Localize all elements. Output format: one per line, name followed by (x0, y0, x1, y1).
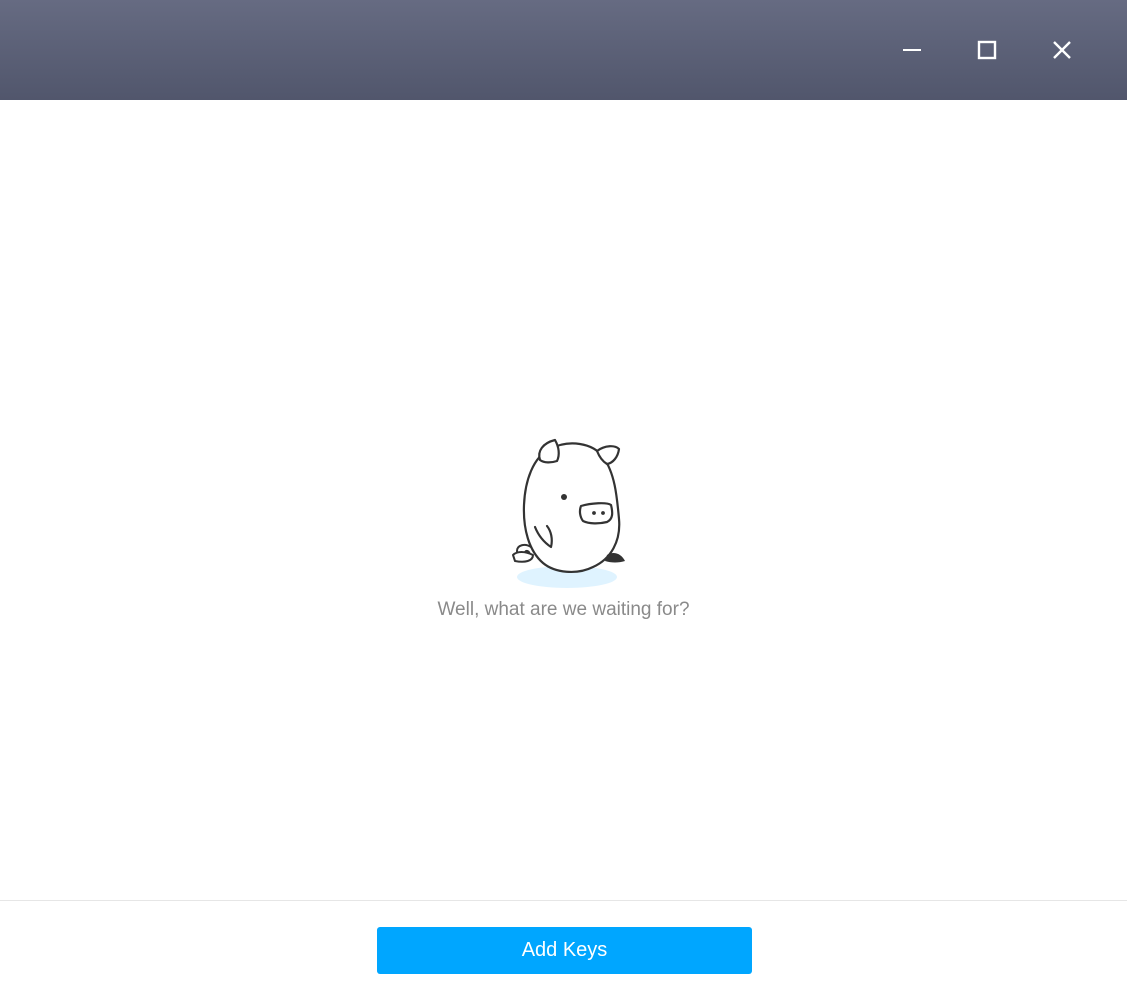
empty-state-panel: Well, what are we waiting for? (0, 100, 1127, 900)
pig-illustration (512, 438, 625, 588)
minimize-button[interactable] (887, 25, 937, 75)
close-icon (1053, 41, 1071, 59)
maximize-button[interactable] (962, 25, 1012, 75)
empty-state-message: Well, what are we waiting for? (437, 599, 690, 620)
add-keys-button[interactable]: Add Keys (377, 927, 752, 974)
footer-bar: Add Keys (0, 900, 1127, 1000)
title-bar[interactable] (0, 0, 1127, 100)
maximize-icon (977, 40, 997, 60)
app-window: Well, what are we waiting for? Add Keys (0, 0, 1127, 1000)
close-button[interactable] (1037, 25, 1087, 75)
minimize-icon (903, 49, 921, 51)
